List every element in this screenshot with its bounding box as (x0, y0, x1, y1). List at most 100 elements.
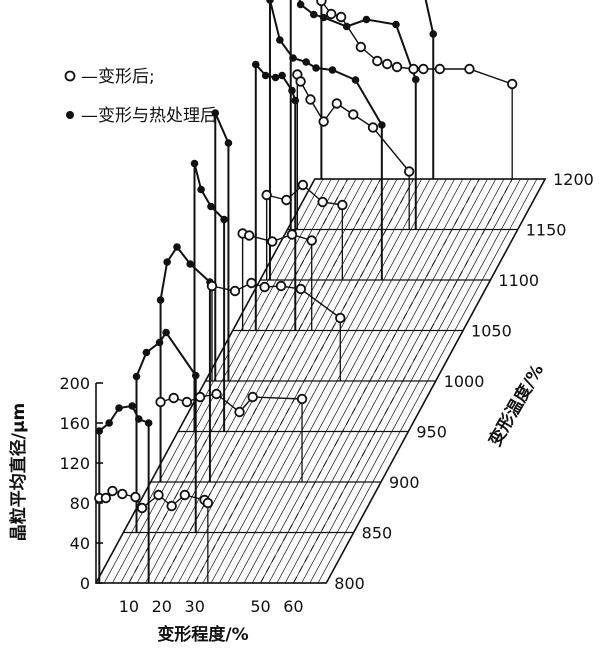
legend-marker-deformed (64, 70, 76, 82)
point-heat-treated (291, 96, 300, 105)
x-tick-label: 60 (283, 597, 303, 616)
point-heat-treated (351, 76, 360, 84)
point-deformed (296, 393, 308, 405)
point-deformed (281, 194, 292, 206)
y-tick-label: 200 (59, 374, 90, 393)
point-deformed (194, 391, 206, 403)
point-deformed (234, 406, 245, 418)
point-deformed (246, 277, 257, 289)
point-heat-treated (224, 139, 233, 147)
point-deformed (202, 497, 214, 509)
point-deformed (381, 58, 393, 70)
z-tick-label: 900 (389, 473, 420, 492)
point-heat-treated (155, 338, 164, 347)
point-heat-treated (132, 372, 141, 381)
x-tick-label: 10 (119, 597, 139, 616)
point-heat-treated (392, 20, 400, 29)
curve-heat-treated (135, 330, 197, 533)
point-heat-treated (271, 73, 280, 82)
x-tick-label: 20 (152, 597, 172, 616)
z-tick-label: 1000 (444, 372, 485, 391)
point-deformed (372, 55, 383, 67)
point-heat-treated (362, 15, 371, 24)
point-heat-treated (207, 202, 215, 211)
point-heat-treated (342, 22, 351, 31)
z-tick-label: 1150 (526, 221, 567, 240)
point-deformed (434, 63, 446, 75)
point-deformed (316, 0, 327, 7)
point-heat-treated (251, 60, 260, 69)
point-deformed (229, 285, 241, 297)
point-deformed (295, 283, 307, 295)
point-deformed (391, 61, 403, 73)
point-heat-treated (288, 86, 296, 95)
point-deformed (211, 388, 222, 400)
point-heat-treated (411, 75, 420, 84)
point-deformed (295, 76, 306, 87)
point-heat-treated (134, 415, 143, 423)
z-tick-label: 850 (362, 524, 393, 543)
point-deformed (136, 502, 148, 514)
point-heat-treated (429, 30, 438, 38)
point-deformed (155, 396, 166, 408)
legend-label-heat-treated: —变形与热处理后 (81, 106, 217, 126)
point-deformed (275, 280, 287, 292)
point-heat-treated (276, 36, 284, 44)
point-deformed (331, 98, 343, 109)
point-deformed (286, 229, 298, 240)
point-deformed (318, 116, 329, 127)
point-heat-treated (105, 419, 113, 427)
point-heat-treated (261, 71, 270, 80)
point-deformed (348, 109, 359, 120)
z-tick-label: 1100 (498, 271, 539, 290)
x-tick-label: 50 (250, 597, 270, 616)
point-deformed (418, 63, 429, 75)
point-deformed (181, 396, 193, 408)
point-heat-treated (186, 260, 194, 268)
point-deformed (408, 63, 419, 75)
point-deformed (317, 196, 328, 208)
z-tick-label: 800 (334, 574, 365, 593)
point-deformed (326, 8, 337, 20)
point-heat-treated (197, 185, 205, 194)
point-deformed (247, 391, 258, 403)
point-deformed (335, 11, 347, 23)
legend-marker-heat-treated (66, 111, 74, 119)
point-deformed (166, 500, 177, 512)
y-tick-label: 40 (70, 534, 90, 553)
z-tick-label: 1050 (471, 322, 512, 341)
curve-deformed (159, 393, 303, 482)
point-deformed (206, 280, 218, 292)
point-heat-treated (191, 371, 200, 380)
point-heat-treated (266, 0, 274, 4)
point-heat-treated (328, 66, 337, 74)
point-heat-treated (156, 296, 165, 304)
y-tick-label: 160 (59, 414, 90, 433)
point-heat-treated (378, 121, 386, 129)
y-tick-label: 80 (70, 494, 90, 513)
point-heat-treated (190, 159, 199, 168)
point-deformed (355, 41, 367, 53)
point-deformed (130, 491, 141, 503)
point-deformed (464, 63, 475, 75)
x-axis-title: 变形程度/% (157, 624, 248, 645)
z-tick-label: 950 (416, 423, 447, 442)
point-deformed (259, 281, 270, 293)
point-heat-treated (163, 258, 171, 266)
legend: —变形后; —变形与热处理后 (64, 67, 217, 126)
point-heat-treated (142, 348, 151, 357)
point-heat-treated (220, 215, 228, 224)
point-deformed (243, 230, 255, 241)
point-deformed (100, 492, 112, 504)
point-deformed (117, 488, 128, 500)
point-deformed (306, 235, 317, 246)
point-deformed (305, 94, 316, 105)
point-heat-treated (95, 427, 104, 435)
point-deformed (267, 236, 278, 247)
point-heat-treated (173, 243, 181, 251)
x-tick-label: 30 (185, 597, 205, 616)
point-deformed (179, 489, 191, 501)
z-tick-label: 1200 (553, 170, 594, 189)
y-tick-label: 120 (59, 454, 90, 473)
point-deformed (297, 179, 309, 191)
